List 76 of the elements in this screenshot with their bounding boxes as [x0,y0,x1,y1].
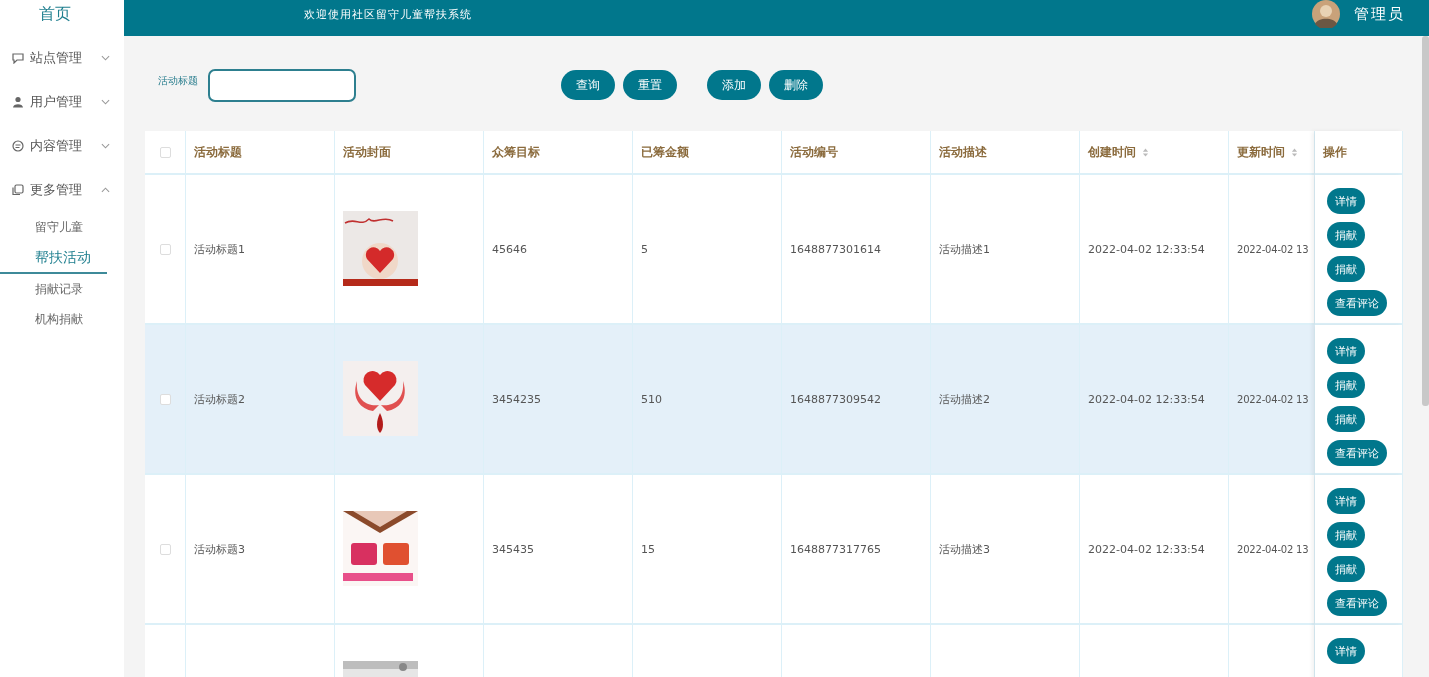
table-cell: 活动描述1 [939,241,990,257]
table-cell: 2022-04-02 12:33:54 [1088,542,1205,556]
toolbar-button[interactable]: 重置 [623,70,677,100]
row-action-button[interactable]: 查看评论 [1327,290,1387,316]
row-checkbox[interactable] [159,543,171,555]
table-cell: 2022-04-02 13 [1237,393,1309,405]
chat-icon [12,140,24,152]
select-all-checkbox[interactable] [159,146,171,158]
table-cell: 活动标题3 [194,541,245,557]
table-cell: 活动标题1 [194,241,245,257]
table-cell: 45646 [492,242,527,256]
sidebar-menu-item[interactable]: 内容管理 [0,124,124,168]
sidebar-subitem[interactable]: 帮扶活动 [0,242,107,274]
toolbar-button[interactable]: 查询 [561,70,615,100]
copy-icon [12,184,24,196]
table-cell: 活动描述2 [939,391,990,407]
row-checkbox[interactable] [159,393,171,405]
column-header: 活动封面 [343,143,391,161]
table-cell: 510 [641,392,662,406]
column-header: 更新时间 [1237,143,1285,161]
row-action-button[interactable]: 详情 [1327,188,1365,214]
row-action-button[interactable]: 查看评论 [1327,440,1387,466]
user-icon [12,96,24,108]
row-action-button[interactable]: 捐献 [1327,522,1365,548]
table-cell: 15 [641,542,655,556]
column-header: 众筹目标 [492,143,540,161]
row-action-button[interactable]: 捐献 [1327,372,1365,398]
sidebar-subitem[interactable]: 捐献记录 [0,274,124,304]
row-action-button[interactable]: 查看评论 [1327,590,1387,616]
table-cell: 2022-04-02 12:33:54 [1088,242,1205,256]
row-checkbox[interactable] [159,243,171,255]
chevron-icon [101,187,110,193]
sidebar-subitem[interactable]: 机构捐献 [0,304,124,334]
row-action-button[interactable]: 详情 [1327,338,1365,364]
table-cell: 345435 [492,542,534,556]
table-cell: 2022-04-02 13 [1237,543,1309,555]
chevron-icon [101,99,110,105]
sidebar-menu-item[interactable]: 更多管理 [0,168,124,212]
chevron-icon [101,143,110,149]
table-cell: 3454235 [492,392,541,406]
table-cell: 5 [641,242,648,256]
chevron-icon [101,55,110,61]
scrollbar[interactable] [1422,36,1429,406]
row-action-button[interactable]: 详情 [1327,488,1365,514]
column-header: 活动编号 [790,143,838,161]
toolbar-button[interactable]: 删除 [769,70,823,100]
search-label: 活动标题 [158,74,198,88]
title-search-field[interactable] [208,68,356,102]
welcome-text: 欢迎使用社区留守儿童帮扶系统 [304,6,473,22]
sidebar-menu-item[interactable]: 用户管理 [0,80,124,124]
table-cell: 活动标题2 [194,391,245,407]
row-action-button[interactable]: 捐献 [1327,222,1365,248]
row-action-button[interactable]: 捐献 [1327,556,1365,582]
home-link[interactable]: 首页 [0,0,124,36]
table-cell: 2022-04-02 13 [1237,243,1309,255]
sort-icon[interactable] [1142,146,1149,158]
bubble-icon [12,52,24,64]
table-cell: 1648877309542 [790,392,881,406]
toolbar-button[interactable]: 添加 [707,70,761,100]
row-action-button[interactable]: 捐献 [1327,256,1365,282]
sort-icon[interactable] [1291,146,1298,158]
row-action-button[interactable]: 详情 [1327,638,1365,664]
avatar-icon[interactable] [1312,0,1340,28]
sidebar-subitem[interactable]: 留守儿童 [0,212,124,242]
table-cell: 活动描述3 [939,541,990,557]
column-header: 活动标题 [194,143,242,161]
column-header: 已筹金额 [641,143,689,161]
user-name[interactable]: 管理员 [1354,4,1405,24]
table-cell: 1648877317765 [790,542,881,556]
column-header: 活动描述 [939,143,987,161]
column-header: 操作 [1323,143,1347,161]
row-action-button[interactable]: 捐献 [1327,406,1365,432]
sidebar-menu-item[interactable]: 站点管理 [0,36,124,80]
table-cell: 2022-04-02 12:33:54 [1088,392,1205,406]
table-cell: 1648877301614 [790,242,881,256]
column-header: 创建时间 [1088,143,1136,161]
